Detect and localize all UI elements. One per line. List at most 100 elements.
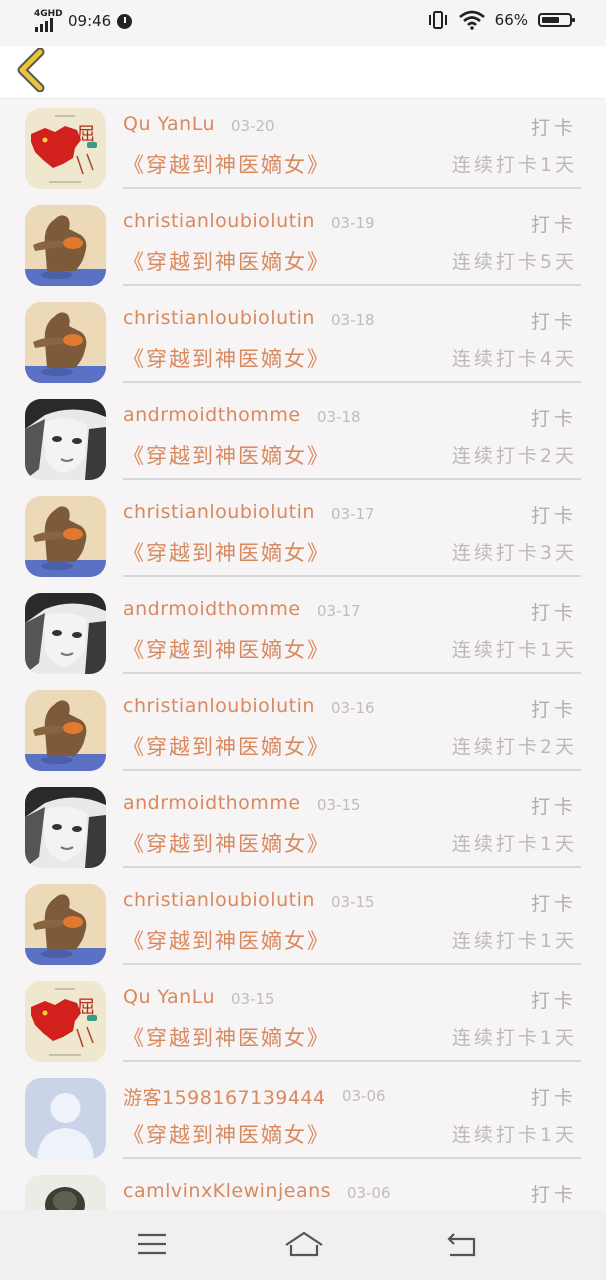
status-time: 09:46: [68, 12, 112, 30]
book-title[interactable]: 《穿越到神医嫡女》: [123, 343, 330, 373]
checkin-row[interactable]: camlvinxKlewinjeans 03-06 打卡: [0, 1166, 606, 1210]
avatar[interactable]: [25, 205, 106, 286]
checkin-date: 03-18: [331, 311, 375, 329]
username[interactable]: Qu YanLu: [123, 113, 215, 135]
avatar[interactable]: [25, 787, 106, 868]
back-button[interactable]: [12, 47, 56, 93]
checkin-label: 打卡: [530, 311, 577, 333]
book-title[interactable]: 《穿越到神医嫡女》: [123, 925, 330, 955]
checkin-date: 03-15: [331, 893, 375, 911]
chevron-left-icon: [17, 47, 45, 93]
book-title[interactable]: 《穿越到神医嫡女》: [123, 1022, 330, 1052]
streak-count: 连续打卡5天: [451, 251, 577, 273]
menu-icon: [138, 1233, 166, 1255]
checkin-row[interactable]: christianloubiolutin 03-17 打卡 《穿越到神医嫡女》 连续打卡…: [0, 487, 606, 584]
avatar[interactable]: [25, 1175, 106, 1210]
username[interactable]: andrmoidthomme: [123, 598, 301, 620]
checkin-date: 03-06: [347, 1184, 391, 1202]
checkin-label: 打卡: [530, 699, 577, 721]
checkin-row[interactable]: christianloubiolutin 03-19 打卡 《穿越到神医嫡女》 连续打卡…: [0, 196, 606, 293]
username[interactable]: camlvinxKlewinjeans: [123, 1180, 331, 1202]
checkin-info: andrmoidthomme 03-17 打卡 《穿越到神医嫡女》 连续打卡1天: [123, 584, 581, 674]
streak-count: 连续打卡2天: [451, 736, 577, 758]
vibrate-icon: [428, 11, 447, 29]
menu-button[interactable]: [134, 1229, 170, 1261]
checkin-date: 03-15: [231, 990, 275, 1008]
status-left: 4GHD 09:46: [34, 9, 133, 32]
username[interactable]: 游客1598167139444: [123, 1083, 326, 1110]
book-title[interactable]: 《穿越到神医嫡女》: [123, 1119, 330, 1149]
checkin-label: 打卡: [530, 796, 577, 818]
checkin-row[interactable]: 游客1598167139444 03-06 打卡 《穿越到神医嫡女》 连续打卡1天: [0, 1069, 606, 1166]
checkin-row[interactable]: andrmoidthomme 03-17 打卡 《穿越到神医嫡女》 连续打卡1天: [0, 584, 606, 681]
book-title[interactable]: 《穿越到神医嫡女》: [123, 634, 330, 664]
checkin-info: camlvinxKlewinjeans 03-06 打卡: [123, 1166, 581, 1210]
username[interactable]: Qu YanLu: [123, 986, 215, 1008]
checkin-date: 03-20: [231, 117, 275, 135]
checkin-list: 屈 Qu YanLu 03-20 打卡 《穿越到神医嫡女》 连续打卡1天 christi…: [0, 99, 606, 1210]
checkin-row[interactable]: 屈 Qu YanLu 03-15 打卡 《穿越到神医嫡女》 连续打卡1天: [0, 972, 606, 1069]
checkin-info: christianloubiolutin 03-18 打卡 《穿越到神医嫡女》 连续打卡…: [123, 293, 581, 383]
checkin-label: 打卡: [530, 1087, 577, 1109]
status-bar: 4GHD 09:46 66%: [0, 0, 606, 46]
checkin-row[interactable]: andrmoidthomme 03-15 打卡《穿越到神医嫡女》 连续打卡1天: [0, 778, 606, 875]
avatar[interactable]: [25, 690, 106, 771]
avatar[interactable]: [25, 302, 106, 383]
username[interactable]: christianloubiolutin: [123, 889, 315, 911]
avatar[interactable]: [25, 884, 106, 965]
streak-count: 连续打卡3天: [451, 542, 577, 564]
return-button[interactable]: [444, 1229, 480, 1261]
signal-icon: 4GHD: [34, 9, 63, 32]
username[interactable]: christianloubiolutin: [123, 695, 315, 717]
checkin-info: christianloubiolutin 03-19 打卡 《穿越到神医嫡女》 连续打卡…: [123, 196, 581, 286]
book-title[interactable]: 《穿越到神医嫡女》: [123, 440, 330, 470]
book-title[interactable]: 《穿越到神医嫡女》: [123, 537, 330, 567]
username[interactable]: andrmoidthomme: [123, 792, 301, 814]
checkin-label: 打卡: [530, 1184, 577, 1206]
checkin-info: christianloubiolutin 03-17 打卡 《穿越到神医嫡女》 连续打卡…: [123, 487, 581, 577]
status-right: 66%: [427, 10, 575, 30]
book-title[interactable]: 《穿越到神医嫡女》: [123, 828, 330, 858]
streak-count: 连续打卡1天: [451, 833, 577, 855]
checkin-row[interactable]: christianloubiolutin 03-15 打卡《穿越到神医嫡女》 连续打卡…: [0, 875, 606, 972]
checkin-label: 打卡: [530, 990, 577, 1012]
avatar[interactable]: [25, 1078, 106, 1159]
home-button[interactable]: [283, 1229, 325, 1261]
book-title[interactable]: 《穿越到神医嫡女》: [123, 246, 330, 276]
return-icon: [447, 1233, 476, 1257]
avatar[interactable]: [25, 496, 106, 577]
checkin-info: Qu YanLu 03-15 打卡 《穿越到神医嫡女》 连续打卡1天: [123, 972, 581, 1062]
checkin-info: christianloubiolutin 03-16 打卡《穿越到神医嫡女》 连续打卡…: [123, 681, 581, 771]
system-nav-bar: [0, 1210, 606, 1280]
avatar[interactable]: 屈: [25, 108, 106, 189]
checkin-row[interactable]: 屈 Qu YanLu 03-20 打卡 《穿越到神医嫡女》 连续打卡1天: [0, 99, 606, 196]
book-title[interactable]: 《穿越到神医嫡女》: [123, 149, 330, 179]
checkin-row[interactable]: christianloubiolutin 03-16 打卡《穿越到神医嫡女》 连续打卡…: [0, 681, 606, 778]
svg-text:屈: 屈: [77, 124, 95, 145]
avatar[interactable]: [25, 399, 106, 480]
username[interactable]: christianloubiolutin: [123, 307, 315, 329]
streak-count: 连续打卡1天: [451, 639, 577, 661]
streak-count: 连续打卡1天: [451, 154, 577, 176]
checkin-row[interactable]: christianloubiolutin 03-18 打卡 《穿越到神医嫡女》 连续打卡…: [0, 293, 606, 390]
home-icon: [285, 1231, 323, 1257]
checkin-label: 打卡: [530, 893, 577, 915]
username[interactable]: christianloubiolutin: [123, 501, 315, 523]
checkin-date: 03-19: [331, 214, 375, 232]
streak-count: 连续打卡1天: [451, 930, 577, 952]
checkin-info: 游客1598167139444 03-06 打卡 《穿越到神医嫡女》 连续打卡1天: [123, 1069, 581, 1159]
checkin-date: 03-15: [317, 796, 361, 814]
avatar[interactable]: 屈: [25, 981, 106, 1062]
username[interactable]: christianloubiolutin: [123, 210, 315, 232]
checkin-info: andrmoidthomme 03-18 打卡 《穿越到神医嫡女》 连续打卡2天: [123, 390, 581, 480]
svg-text:屈: 屈: [77, 997, 95, 1018]
battery-icon: [538, 13, 575, 27]
avatar[interactable]: [25, 593, 106, 674]
checkin-label: 打卡: [530, 602, 577, 624]
book-title[interactable]: 《穿越到神医嫡女》: [123, 731, 330, 761]
top-bar: [0, 46, 606, 99]
checkin-date: 03-16: [331, 699, 375, 717]
battery-percent: 66%: [494, 11, 528, 29]
checkin-row[interactable]: andrmoidthomme 03-18 打卡 《穿越到神医嫡女》 连续打卡2天: [0, 390, 606, 487]
username[interactable]: andrmoidthomme: [123, 404, 301, 426]
